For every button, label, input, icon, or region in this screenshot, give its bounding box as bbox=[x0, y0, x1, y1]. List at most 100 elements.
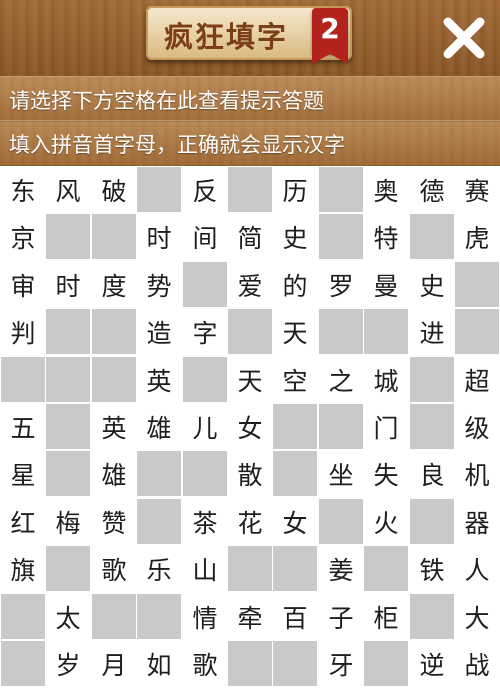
grid-cell-letter: 审 bbox=[1, 262, 45, 307]
grid-cell-blank[interactable] bbox=[410, 499, 454, 544]
grid-cell-letter: 字 bbox=[183, 309, 227, 354]
grid-cell-letter: 女 bbox=[228, 404, 272, 449]
level-number: 2 bbox=[320, 12, 340, 45]
grid-cell-blank[interactable] bbox=[92, 594, 136, 639]
grid-cell-blank[interactable] bbox=[410, 214, 454, 259]
grid-cell-blank[interactable] bbox=[137, 167, 181, 212]
grid-cell-letter: 良 bbox=[410, 451, 454, 496]
grid-cell-blank[interactable] bbox=[137, 594, 181, 639]
grid-cell-letter: 花 bbox=[228, 499, 272, 544]
grid-cell-blank[interactable] bbox=[455, 262, 499, 307]
grid-cell-blank[interactable] bbox=[410, 357, 454, 402]
grid-cell-letter: 人 bbox=[455, 546, 499, 591]
grid-cell-letter: 史 bbox=[273, 214, 317, 259]
grid-cell-blank[interactable] bbox=[455, 309, 499, 354]
grid-cell-letter: 机 bbox=[455, 451, 499, 496]
hint-bar: 请选择下方空格在此查看提示答题 bbox=[0, 76, 500, 122]
close-button[interactable] bbox=[440, 14, 488, 62]
grid-cell-blank[interactable] bbox=[273, 546, 317, 591]
grid-cell-blank[interactable] bbox=[364, 546, 408, 591]
grid-cell-blank[interactable] bbox=[228, 641, 272, 686]
grid-cell-blank[interactable] bbox=[46, 451, 90, 496]
grid-cell-blank[interactable] bbox=[137, 451, 181, 496]
grid-cell-letter: 坐 bbox=[319, 451, 363, 496]
grid-cell-blank[interactable] bbox=[410, 594, 454, 639]
grid-cell-letter: 历 bbox=[273, 167, 317, 212]
grid-cell-blank[interactable] bbox=[319, 167, 363, 212]
grid-cell-blank[interactable] bbox=[46, 546, 90, 591]
grid-cell-blank[interactable] bbox=[319, 404, 363, 449]
grid-cell-blank[interactable] bbox=[273, 451, 317, 496]
grid-cell-letter: 战 bbox=[455, 641, 499, 686]
grid-cell-letter: 赛 bbox=[455, 167, 499, 212]
grid-cell-letter: 岁 bbox=[46, 641, 90, 686]
grid-cell-blank[interactable] bbox=[1, 641, 45, 686]
grid-cell-blank[interactable] bbox=[228, 546, 272, 591]
grid-cell-blank[interactable] bbox=[92, 214, 136, 259]
grid-cell-blank[interactable] bbox=[364, 309, 408, 354]
grid-cell-blank[interactable] bbox=[319, 309, 363, 354]
grid-cell-letter: 五 bbox=[1, 404, 45, 449]
grid-cell-letter: 爱 bbox=[228, 262, 272, 307]
grid-cell-blank[interactable] bbox=[137, 499, 181, 544]
game-title: 疯狂填字 bbox=[164, 20, 289, 54]
grid-cell-blank[interactable] bbox=[273, 404, 317, 449]
grid-cell-blank[interactable] bbox=[1, 357, 45, 402]
grid-cell-letter: 造 bbox=[137, 309, 181, 354]
grid-cell-letter: 英 bbox=[92, 404, 136, 449]
grid-cell-letter: 姜 bbox=[319, 546, 363, 591]
grid-cell-letter: 红 bbox=[1, 499, 45, 544]
grid-cell-blank[interactable] bbox=[364, 641, 408, 686]
grid-cell-letter: 火 bbox=[364, 499, 408, 544]
grid-cell-blank[interactable] bbox=[183, 451, 227, 496]
grid-cell-letter: 简 bbox=[228, 214, 272, 259]
grid-cell-letter: 英 bbox=[137, 357, 181, 402]
grid-cell-letter: 德 bbox=[410, 167, 454, 212]
top-bar: 疯狂填字 2 bbox=[0, 0, 500, 76]
grid-cell-letter: 天 bbox=[228, 357, 272, 402]
grid-cell-letter: 茶 bbox=[183, 499, 227, 544]
grid-cell-letter: 曼 bbox=[364, 262, 408, 307]
grid-cell-blank[interactable] bbox=[46, 404, 90, 449]
grid-cell-letter: 时 bbox=[137, 214, 181, 259]
grid-cell-blank[interactable] bbox=[46, 309, 90, 354]
grid-cell-letter: 月 bbox=[92, 641, 136, 686]
grid-cell-letter: 铁 bbox=[410, 546, 454, 591]
grid-cell-letter: 城 bbox=[364, 357, 408, 402]
grid-cell-blank[interactable] bbox=[319, 499, 363, 544]
grid-cell-blank[interactable] bbox=[319, 214, 363, 259]
grid-cell-letter: 如 bbox=[137, 641, 181, 686]
level-badge: 2 bbox=[312, 8, 348, 64]
grid-cell-letter: 时 bbox=[46, 262, 90, 307]
grid-cell-blank[interactable] bbox=[228, 167, 272, 212]
crossword-grid: 东风破反历奥德赛京时间简史特虎审时度势爱的罗曼史判造字天进英天空之城超五英雄儿女… bbox=[0, 166, 500, 688]
grid-cell-letter: 牵 bbox=[228, 594, 272, 639]
grid-cell-letter: 太 bbox=[46, 594, 90, 639]
grid-cell-letter: 雄 bbox=[92, 451, 136, 496]
grid-cell-letter: 牙 bbox=[319, 641, 363, 686]
grid-cell-blank[interactable] bbox=[92, 357, 136, 402]
grid-cell-blank[interactable] bbox=[92, 309, 136, 354]
hint-text: 填入拼音首字母，正确就会显示汉字 bbox=[9, 133, 345, 157]
grid-cell-blank[interactable] bbox=[46, 357, 90, 402]
grid-cell-blank[interactable] bbox=[183, 262, 227, 307]
grid-cell-letter: 失 bbox=[364, 451, 408, 496]
grid-cell-blank[interactable] bbox=[410, 404, 454, 449]
grid-cell-letter: 风 bbox=[46, 167, 90, 212]
grid-cell-letter: 门 bbox=[364, 404, 408, 449]
grid-cell-letter: 大 bbox=[455, 594, 499, 639]
grid-cell-letter: 特 bbox=[364, 214, 408, 259]
grid-cell-blank[interactable] bbox=[273, 641, 317, 686]
grid-cell-blank[interactable] bbox=[46, 214, 90, 259]
hint-text: 请选择下方空格在此查看提示答题 bbox=[9, 89, 324, 113]
grid-cell-letter: 器 bbox=[455, 499, 499, 544]
grid-cell-letter: 百 bbox=[273, 594, 317, 639]
grid-cell-blank[interactable] bbox=[183, 357, 227, 402]
grid-cell-blank[interactable] bbox=[1, 594, 45, 639]
grid-cell-letter: 女 bbox=[273, 499, 317, 544]
hint-bar: 填入拼音首字母，正确就会显示汉字 bbox=[0, 120, 500, 166]
grid-cell-letter: 柜 bbox=[364, 594, 408, 639]
grid-cell-letter: 星 bbox=[1, 451, 45, 496]
grid-cell-letter: 超 bbox=[455, 357, 499, 402]
grid-cell-blank[interactable] bbox=[228, 309, 272, 354]
